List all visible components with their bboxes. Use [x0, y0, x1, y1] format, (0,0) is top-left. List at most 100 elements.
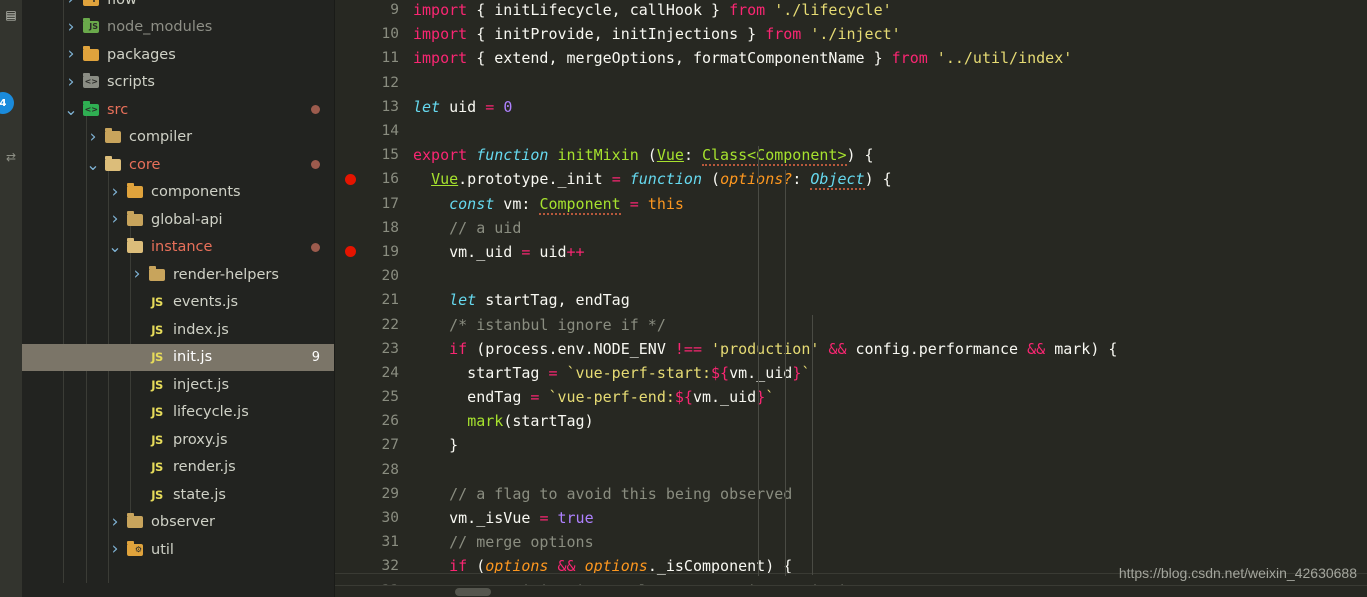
code-line[interactable]: 28 — [335, 458, 1367, 482]
breakpoint-dot[interactable] — [345, 173, 356, 185]
chevron-right-icon[interactable]: › — [106, 513, 124, 531]
explorer-sidebar[interactable]: › Fflow › JS node_modules › packages › <> scripts… — [22, 0, 335, 597]
js-file-icon: JS — [146, 460, 168, 474]
code-token: true — [557, 509, 594, 528]
chevron-down-icon[interactable]: ⌄ — [62, 101, 80, 117]
code-line[interactable]: 12 — [335, 71, 1367, 95]
code-line[interactable]: 21 let startTag, endTag — [335, 288, 1367, 312]
chevron-right-icon[interactable]: › — [62, 0, 80, 8]
horizontal-scrollbar[interactable] — [335, 585, 1367, 597]
chevron-right-icon[interactable]: › — [128, 266, 146, 283]
tree-item-src[interactable]: ⌄ <> src — [22, 96, 334, 124]
tree-item-node-modules[interactable]: › JS node_modules — [22, 14, 334, 42]
folder-glyph — [83, 45, 99, 61]
code-line[interactable]: 31 // merge options — [335, 530, 1367, 554]
code-line[interactable]: 10 import { initProvide, initInjections }… — [335, 22, 1367, 46]
tree-item-index-js[interactable]: JS index.js — [22, 316, 334, 344]
folder-mark: ⚙ — [134, 544, 142, 554]
line-number: 18 — [381, 219, 399, 236]
js-badge-text: JS — [151, 432, 163, 447]
tree-item-proxy-js[interactable]: JS proxy.js — [22, 426, 334, 454]
chevron-right-icon[interactable]: › — [106, 183, 124, 201]
tree-item-scripts[interactable]: › <> scripts — [22, 69, 334, 97]
folder-scripts-icon: <> — [80, 73, 102, 89]
tree-item-inject-js[interactable]: JS inject.js — [22, 371, 334, 399]
folder-glyph: <> — [83, 100, 99, 116]
folder-icon — [124, 238, 146, 254]
chevron-right-icon[interactable]: › — [106, 211, 124, 228]
tree-item-label: init.js — [173, 349, 213, 366]
tree-item-render-helpers[interactable]: › render-helpers — [22, 261, 334, 289]
line-number: 10 — [381, 26, 399, 43]
code-line[interactable]: 22 /* istanbul ignore if */ — [335, 312, 1367, 336]
js-file-icon: JS — [146, 350, 168, 364]
explorer-icon[interactable]: ▤ — [0, 8, 22, 22]
code-editor[interactable]: 9 import { initLifecycle, callHook } from… — [335, 0, 1367, 597]
tree-item-global-api[interactable]: › global-api — [22, 206, 334, 234]
code-line[interactable]: 30 vm._isVue = true — [335, 506, 1367, 530]
code-line[interactable]: 19 vm._uid = uid++ — [335, 240, 1367, 264]
code-token: ${ — [711, 363, 730, 382]
tree-item-packages[interactable]: › packages — [22, 41, 334, 69]
folder-components-icon — [124, 183, 146, 199]
tree-item-flow[interactable]: › Fflow — [22, 0, 334, 14]
chevron-right-icon[interactable]: › — [106, 541, 124, 558]
folder-icon — [102, 155, 124, 171]
code-line[interactable]: 9 import { initLifecycle, callHook } from… — [335, 0, 1367, 22]
code-line[interactable]: 15 export function initMixin (Vue: Class<… — [335, 143, 1367, 167]
code-token: 'production' — [711, 339, 820, 358]
chevron-right-icon[interactable]: › — [84, 128, 102, 146]
tree-item-compiler[interactable]: › compiler — [22, 124, 334, 152]
chevron-right-icon[interactable]: › — [62, 73, 80, 91]
code-line[interactable]: 25 endTag = `vue-perf-end:${vm._uid}` — [335, 385, 1367, 409]
code-line[interactable]: 26 mark(startTag) — [335, 409, 1367, 433]
code-token: 0 — [503, 97, 513, 116]
tree-item-instance[interactable]: ⌄ instance — [22, 234, 334, 262]
line-number: 20 — [381, 268, 399, 285]
folder-glyph — [127, 210, 143, 226]
code-line[interactable]: 18 // a uid — [335, 216, 1367, 240]
js-badge-text: JS — [151, 322, 163, 337]
code-line[interactable]: 29 // a flag to avoid this being observe… — [335, 482, 1367, 506]
code-line[interactable]: 16 Vue.prototype._init = function (optio… — [335, 167, 1367, 191]
code-line[interactable]: 23 if (process.env.NODE_ENV !== 'product… — [335, 337, 1367, 361]
code-line[interactable]: 20 — [335, 264, 1367, 288]
tree-item-state-js[interactable]: JS state.js — [22, 481, 334, 509]
tree-item-observer[interactable]: › observer — [22, 509, 334, 537]
tree-item-lifecycle-js[interactable]: JS lifecycle.js — [22, 399, 334, 427]
tree-item-init-js[interactable]: JS init.js 9 — [22, 343, 334, 371]
tree-item-core[interactable]: ⌄ core — [22, 151, 334, 179]
line-number: 9 — [390, 2, 399, 19]
tree-item-components[interactable]: › components — [22, 179, 334, 207]
tree-item-util[interactable]: › ⚙ util — [22, 536, 334, 564]
folder-packages-icon — [80, 45, 102, 61]
code-token: mark) { — [1045, 339, 1118, 358]
file-tree[interactable]: › Fflow › JS node_modules › packages › <> scripts… — [22, 0, 334, 583]
code-line[interactable]: 13 let uid = 0 — [335, 95, 1367, 119]
code-line[interactable]: 24 startTag = `vue-perf-start:${vm._uid}… — [335, 361, 1367, 385]
tree-item-render-js[interactable]: JS render.js — [22, 454, 334, 482]
js-badge-text: JS — [151, 405, 163, 420]
chevron-right-icon[interactable]: › — [62, 46, 80, 63]
line-text: const vm: Component = this — [413, 194, 1367, 215]
tree-item-events-js[interactable]: JS events.js — [22, 289, 334, 317]
chevron-down-icon[interactable]: ⌄ — [106, 239, 124, 255]
scrollbar-thumb[interactable] — [455, 588, 491, 596]
js-badge-text: JS — [151, 377, 163, 392]
chevron-right-icon[interactable]: › — [62, 18, 80, 36]
tree-item-label: render-helpers — [173, 266, 279, 283]
code-token: // a uid — [413, 218, 522, 237]
source-control-icon[interactable]: ⇄ — [0, 150, 22, 164]
chevron-down-icon[interactable]: ⌄ — [84, 156, 102, 172]
code-content[interactable]: 9 import { initLifecycle, callHook } from… — [335, 0, 1367, 597]
code-token: vm._uid — [692, 388, 757, 407]
code-token: ) { — [864, 170, 892, 189]
code-line[interactable]: 17 const vm: Component = this — [335, 192, 1367, 216]
code-line[interactable]: 11 import { extend, mergeOptions, formatC… — [335, 46, 1367, 70]
code-token: from — [729, 1, 766, 20]
code-line[interactable]: 14 — [335, 119, 1367, 143]
tree-item-label: proxy.js — [173, 431, 228, 448]
code-line[interactable]: 27 } — [335, 433, 1367, 457]
